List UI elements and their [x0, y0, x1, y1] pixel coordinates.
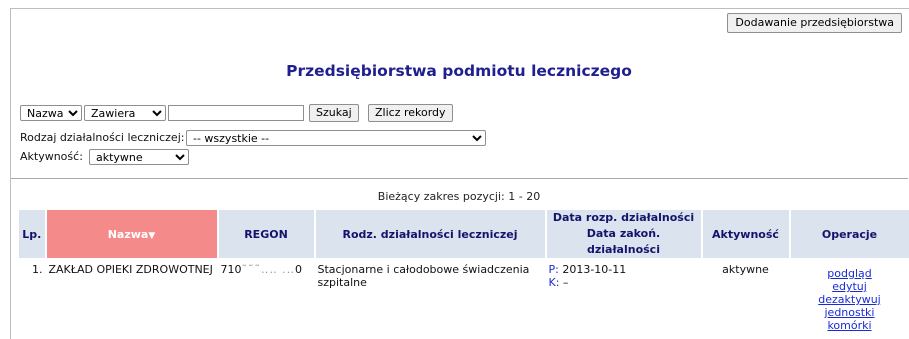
activity-type-label: Rodzaj działalności leczniczej:: [20, 131, 184, 144]
units-link[interactable]: jednostki: [793, 306, 907, 319]
separator: [11, 178, 908, 179]
cell-active: aktywne: [702, 259, 790, 337]
operator-select[interactable]: Zawiera: [84, 105, 166, 121]
add-enterprise-button[interactable]: Dodawanie przedsiębiorstwa: [727, 13, 902, 33]
cell-name: ZAKŁAD OPIEKI ZDROWOTNEJ: [46, 259, 218, 337]
table-row: 1. ZAKŁAD OPIEKI ZDROWOTNEJ 710˜˜˜‥‥ .‥0…: [19, 259, 909, 337]
cells-link[interactable]: komórki: [793, 319, 907, 332]
header-date-start: Data rozp. działalności: [550, 210, 698, 226]
header-name[interactable]: Nazwa▼: [46, 210, 218, 259]
cell-activity-type: Stacjonarne i całodobowe świadczenia szp…: [315, 259, 546, 337]
cell-operations: podgląd edytuj dezaktywuj jednostki komó…: [790, 259, 909, 337]
header-lp: Lp.: [19, 210, 46, 259]
cell-dates: P: 2013-10-11 K: –: [546, 259, 702, 337]
count-records-button[interactable]: Zlicz rekordy: [368, 104, 453, 122]
view-link[interactable]: podgląd: [793, 267, 907, 280]
activity-status-select[interactable]: aktywne: [89, 149, 189, 165]
activity-type-select[interactable]: -- wszystkie --: [186, 130, 486, 146]
cell-lp: 1.: [19, 259, 46, 337]
search-button[interactable]: Szukaj: [309, 104, 359, 122]
header-date-end: Data zakoń. działalności: [550, 226, 698, 258]
field-select[interactable]: Nazwa: [20, 105, 82, 121]
table-header-row: Lp. Nazwa▼ REGON Rodz. działalności lecz…: [19, 210, 909, 259]
sort-desc-icon: ▼: [148, 231, 155, 241]
range-info: Bieżący zakres pozycji: 1 - 20: [10, 190, 908, 203]
cell-regon: 710˜˜˜‥‥ .‥0: [218, 259, 315, 337]
search-input[interactable]: [168, 105, 304, 121]
header-dates[interactable]: Data rozp. działalności Data zakoń. dzia…: [546, 210, 702, 259]
header-activity-type[interactable]: Rodz. działalności leczniczej: [315, 210, 546, 259]
activity-status-label: Aktywność:: [20, 150, 83, 163]
regon-masked: ˜˜˜‥‥ .‥: [242, 263, 296, 276]
results-table: Lp. Nazwa▼ REGON Rodz. działalności lecz…: [18, 209, 909, 336]
header-active[interactable]: Aktywność: [702, 210, 790, 259]
header-operations: Operacje: [790, 210, 909, 259]
edit-link[interactable]: edytuj: [793, 280, 907, 293]
header-regon[interactable]: REGON: [218, 210, 315, 259]
deactivate-link[interactable]: dezaktywuj: [793, 293, 907, 306]
page-title: Przedsiębiorstwa podmiotu leczniczego: [10, 62, 908, 80]
